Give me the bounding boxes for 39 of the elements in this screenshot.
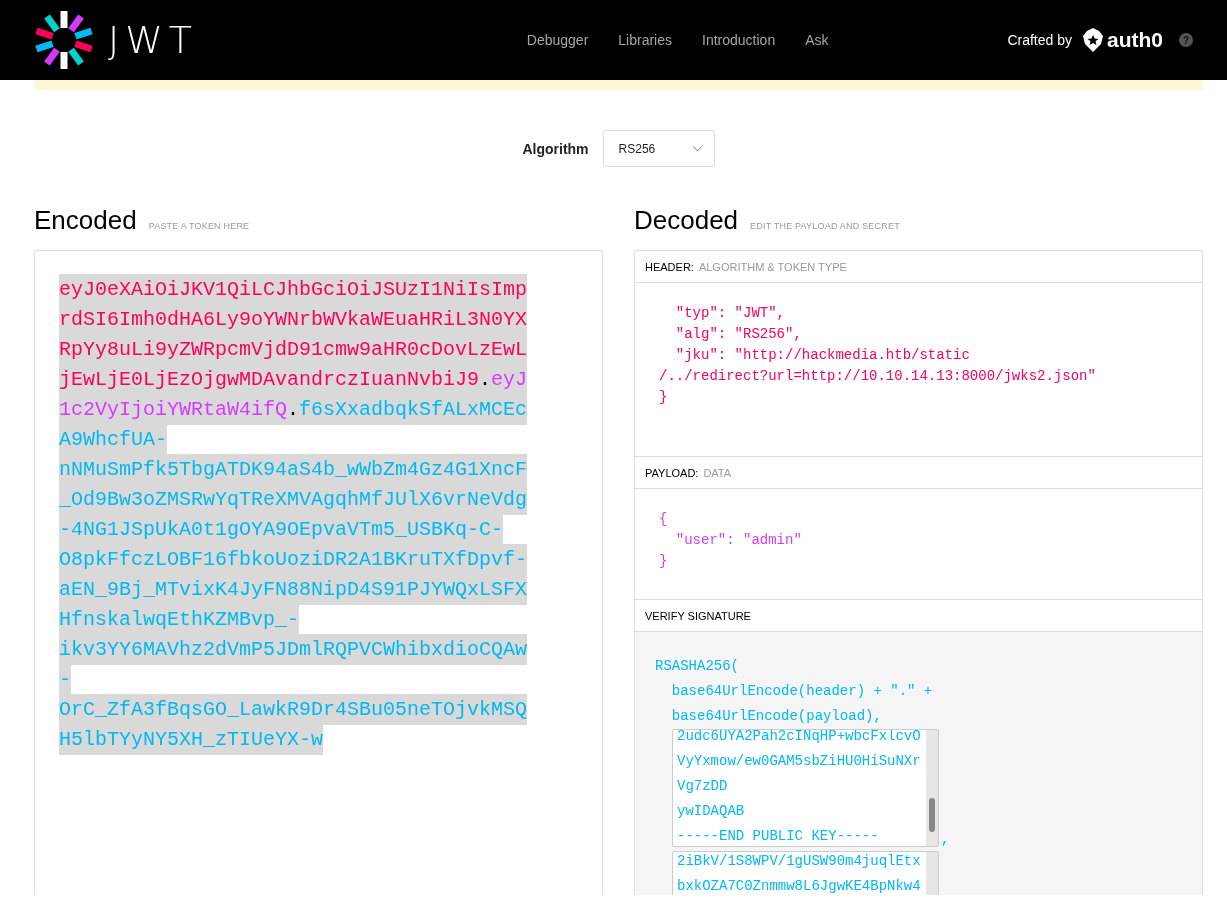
algorithm-label: Algorithm [522, 140, 589, 157]
section-title: Encoded [34, 205, 137, 236]
code-line: "alg": "RS256", [674, 325, 803, 344]
logo-wordmark: JWT [108, 18, 198, 62]
key-line: -----END PUBLIC KEY----- [677, 827, 880, 846]
section-title: Decoded [634, 205, 739, 236]
code-line: } [659, 552, 669, 571]
panel-subheading: DATA [703, 466, 732, 479]
key-line: Vg7zDD [677, 777, 729, 796]
key-line: ywIDAQAB [677, 802, 746, 821]
code-line: } [659, 388, 669, 407]
key-line: 2udc6UYA2Pah2cINqHP+wbcFxlcvO [677, 730, 922, 746]
key-line: 2iBkV/1S8WPV/1gUSW90m4juqlEtx [677, 852, 922, 871]
panel-heading: VERIFY SIGNATURE [645, 609, 751, 622]
section-hint: PASTE A TOKEN HERE [148, 221, 250, 231]
code-line: "user": "admin" [674, 531, 803, 550]
code-line: { [659, 510, 669, 529]
code-line: base64UrlEncode(payload), [670, 707, 883, 726]
nav-link[interactable]: Ask [805, 32, 829, 48]
section-hint: EDIT THE PAYLOAD AND SECRET [750, 221, 900, 231]
separator-comma: , [941, 831, 950, 847]
token-input[interactable]: eyJ0eXAiOiJKV1QiLCJhbGciOiJSUzI1NiIsImprdSI6Imh0dHA6Ly9oYWNrbWVkaWEuaHRiL3N0YXRpYy8uLi9yZWRpcmVjdD91cmw9aHR0cDovLzEwLjEwLjE0LjEzOjgwMDAvandrczIuanNvbiJ9.eyJ1c2VyIjoiYWRtaW4ifQ.f6sXxadbqkSfALxMCEcA9WhcfUA-nNMuSmPfk5TbgATDK94aS4b_wWbZm4Gz4G1XncF_Od9Bw3oZMSRwYqTReXMVAgqhMfJUlX6vrNeVdg-4NG1JSpUkA0t1gOYA9OEpvaVTm5_USBKq-C-O8pkFfczLOBF16fbkoUoziDR2A1BKruTXfDpvf-aEN_9Bj_MTvixK4JyFN88NipD4S91PJYWQxLSFXHfnskalwqEthKZMBvp_-ikv3YY6MAVhz2dVmP5JDmlRQPVCWhibxdioCQAw-OrC_ZfA3fBqsGO_LawkR9Dr4SBu05neTOjvkMSQH5lbTYyNY5XH_zTIUeYX-w [34, 250, 603, 895]
key-line: bxkOZA7C0Znmmw8L6JgwKE4BpNkw4 [677, 877, 922, 895]
crafted-by-label: Crafted by [1007, 32, 1072, 48]
panel-subheading: ALGORITHM & TOKEN TYPE [698, 260, 847, 273]
nav-link[interactable]: Introduction [702, 32, 776, 48]
code-line: base64UrlEncode(header) + "." + [670, 682, 934, 701]
nav-link[interactable]: Debugger [526, 32, 589, 48]
nav-link[interactable]: Libraries [618, 32, 673, 48]
brand-link[interactable]: auth0 [1082, 28, 1163, 52]
algorithm-select[interactable]: RS256 [602, 130, 715, 167]
key-line: VyYxmow/ew0GAM5sbZiHU0HiSuNXr [677, 752, 922, 771]
code-line: "typ": "JWT", [674, 304, 787, 323]
panel-heading: PAYLOAD: [645, 466, 699, 479]
panel-heading: HEADER: [645, 260, 694, 273]
code-line: /../redirect?url=http://10.10.14.13:8000/jwks2.json" [659, 367, 1097, 386]
code-line: RSASHA256( [655, 657, 740, 676]
logo-link[interactable]: JWT [34, 10, 198, 70]
code-line: "jku": "http://hackmedia.htb/static [674, 346, 971, 365]
